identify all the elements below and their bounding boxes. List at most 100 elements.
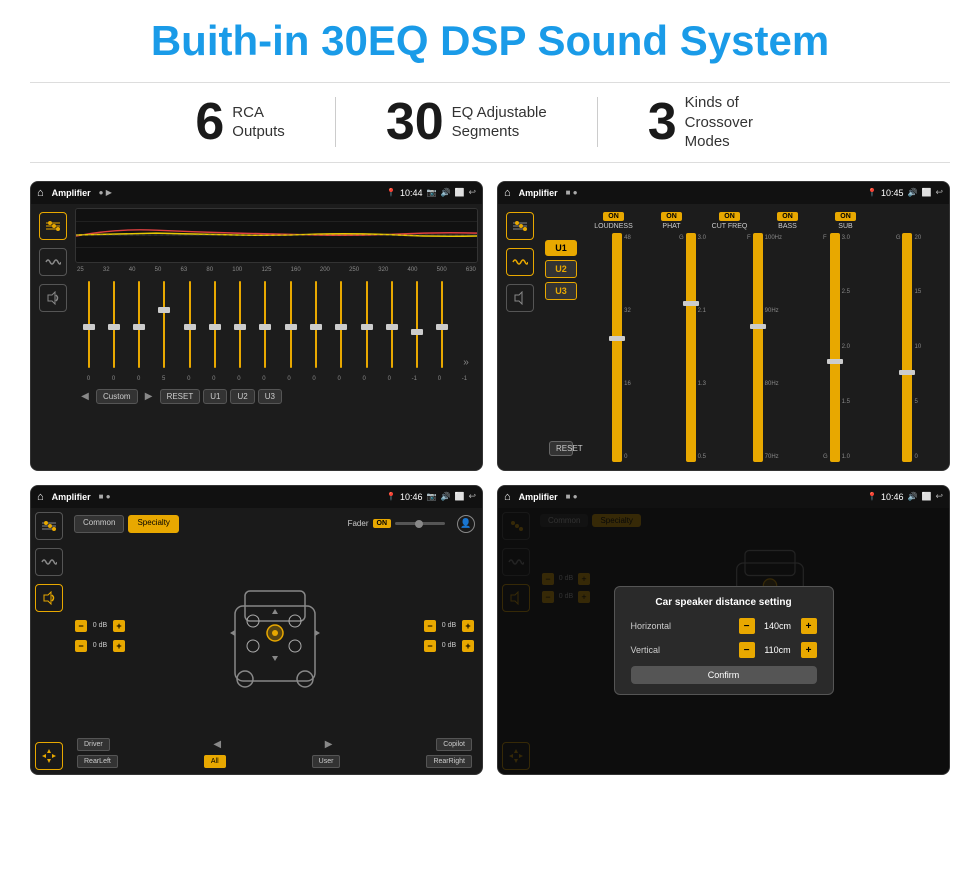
rearleft-btn[interactable]: RearLeft (77, 755, 118, 768)
eq-slider-9[interactable] (279, 281, 302, 368)
eq-slider-2[interactable] (102, 281, 125, 368)
prev-btn[interactable]: ◀ (77, 389, 93, 405)
home-icon-4[interactable]: ⌂ (504, 491, 511, 503)
driver-btn[interactable]: Driver (77, 738, 110, 751)
arrows-icon-3[interactable] (35, 742, 63, 770)
reset-btn-2[interactable]: RESET (549, 441, 573, 456)
eq-slider-5[interactable] (178, 281, 201, 368)
ch-cutfreq: ON CUT FREQ (702, 212, 757, 230)
ch-on-loudness[interactable]: ON (603, 212, 624, 221)
loudness-slider[interactable] (612, 233, 622, 462)
phat-slider[interactable] (686, 233, 696, 462)
db-plus-rr[interactable]: + (462, 640, 474, 652)
dialog-vertical-value: 110cm (760, 645, 796, 655)
sub-slider[interactable] (902, 233, 912, 462)
fader-on-btn[interactable]: ON (373, 519, 392, 528)
eq-slider-7[interactable] (229, 281, 252, 368)
eq-slider-6[interactable] (203, 281, 226, 368)
custom-preset[interactable]: Custom (96, 389, 138, 404)
battery-icon-4: ⬜ (921, 492, 931, 501)
dialog-vertical-minus[interactable]: − (739, 642, 755, 658)
eq-slider-11[interactable] (330, 281, 353, 368)
home-icon-3[interactable]: ⌂ (37, 491, 44, 503)
db-plus-rl[interactable]: + (113, 640, 125, 652)
back-icon-1[interactable]: ↩ (468, 187, 476, 198)
eq-slider-15[interactable] (431, 281, 454, 368)
u3-select[interactable]: U3 (545, 282, 577, 300)
speaker-icon-3[interactable] (35, 584, 63, 612)
speaker-icon-2[interactable] (506, 284, 534, 312)
left-arrow[interactable]: ◀ (213, 739, 221, 750)
ch-on-phat[interactable]: ON (661, 212, 682, 221)
dialog-box: Car speaker distance setting Horizontal … (614, 586, 834, 695)
eq-slider-4[interactable] (153, 281, 176, 368)
user-btn[interactable]: User (312, 755, 341, 768)
u1-btn-1[interactable]: U1 (203, 389, 227, 404)
copilot-btn[interactable]: Copilot (436, 738, 472, 751)
u1-select[interactable]: U1 (545, 240, 577, 256)
db-plus-fl[interactable]: + (113, 620, 125, 632)
db-plus-fr[interactable]: + (462, 620, 474, 632)
bass-slider[interactable] (830, 233, 840, 462)
rearright-btn[interactable]: RearRight (426, 755, 472, 768)
u3-btn-1[interactable]: U3 (258, 389, 282, 404)
all-btn[interactable]: All (204, 755, 226, 768)
back-icon-4[interactable]: ↩ (935, 491, 943, 502)
tab-specialty-3[interactable]: Specialty (128, 515, 178, 533)
next-btn[interactable]: ▶ (141, 389, 157, 405)
eq-icon-2[interactable] (506, 212, 534, 240)
home-icon-1[interactable]: ⌂ (37, 187, 44, 199)
status-bar-3: ⌂ Amplifier ■ ● 📍 10:46 📷 🔊 ⬜ ↩ (31, 486, 482, 508)
tab-common-3[interactable]: Common (74, 515, 124, 533)
wave-icon[interactable] (39, 248, 67, 276)
dialog-vertical-plus[interactable]: + (801, 642, 817, 658)
dialog-horizontal-minus[interactable]: − (739, 618, 755, 634)
home-icon-2[interactable]: ⌂ (504, 187, 511, 199)
stat-crossover: 3 Kinds ofCrossover Modes (598, 93, 835, 152)
bottom-labels-3: Driver ◀ ▶ Copilot (71, 736, 478, 753)
status-bar-2: ⌂ Amplifier ■ ● 📍 10:45 🔊 ⬜ ↩ (498, 182, 949, 204)
eq-slider-13[interactable] (380, 281, 403, 368)
back-icon-2[interactable]: ↩ (935, 187, 943, 198)
dialog-horizontal-plus[interactable]: + (801, 618, 817, 634)
battery-icon-3: ⬜ (454, 492, 464, 501)
dialog-confirm-btn[interactable]: Confirm (631, 666, 817, 684)
fader-slider[interactable] (395, 522, 445, 525)
ch-on-sub[interactable]: ON (835, 212, 856, 221)
db-minus-rr[interactable]: − (424, 640, 436, 652)
dialog-horizontal-row: Horizontal − 140cm + (631, 618, 817, 634)
eq-main-area: 253240506380100125160200250320400500630 (75, 208, 478, 466)
eq-icon-3[interactable] (35, 512, 63, 540)
back-icon-3[interactable]: ↩ (468, 491, 476, 502)
camera-icon-3: 📷 (427, 492, 437, 501)
expand-icon[interactable]: » (456, 357, 476, 368)
status-time-3: 10:46 (400, 492, 423, 502)
ch-on-cutfreq[interactable]: ON (719, 212, 740, 221)
location-icon-2: 📍 (867, 188, 877, 197)
profile-btn-3[interactable]: 👤 (457, 515, 475, 533)
camera-icon-1: 📷 (427, 188, 437, 197)
eq-slider-8[interactable] (254, 281, 277, 368)
u2-btn-1[interactable]: U2 (230, 389, 254, 404)
db-minus-rl[interactable]: − (75, 640, 87, 652)
eq-slider-1[interactable] (77, 281, 100, 368)
eq-slider-10[interactable] (304, 281, 327, 368)
nav-arrows: ◀ (213, 738, 221, 751)
reset-btn-1[interactable]: RESET (160, 389, 201, 404)
u2-select[interactable]: U2 (545, 260, 577, 278)
wave-icon-3[interactable] (35, 548, 63, 576)
eq-icon[interactable] (39, 212, 67, 240)
speaker-icon[interactable] (39, 284, 67, 312)
db-minus-fl[interactable]: − (75, 620, 87, 632)
eq-slider-14[interactable] (405, 281, 428, 368)
eq-screen-content: 253240506380100125160200250320400500630 (31, 204, 482, 470)
right-arrow[interactable]: ▶ (325, 739, 333, 750)
eq-slider-12[interactable] (355, 281, 378, 368)
loudness-slider-col: 48 32 16 0 (586, 233, 655, 462)
wave-icon-2[interactable] (506, 248, 534, 276)
eq-slider-3[interactable] (128, 281, 151, 368)
db-minus-fr[interactable]: − (424, 620, 436, 632)
status-time-2: 10:45 (881, 188, 904, 198)
ch-on-bass[interactable]: ON (777, 212, 798, 221)
cutfreq-slider[interactable] (753, 233, 763, 462)
